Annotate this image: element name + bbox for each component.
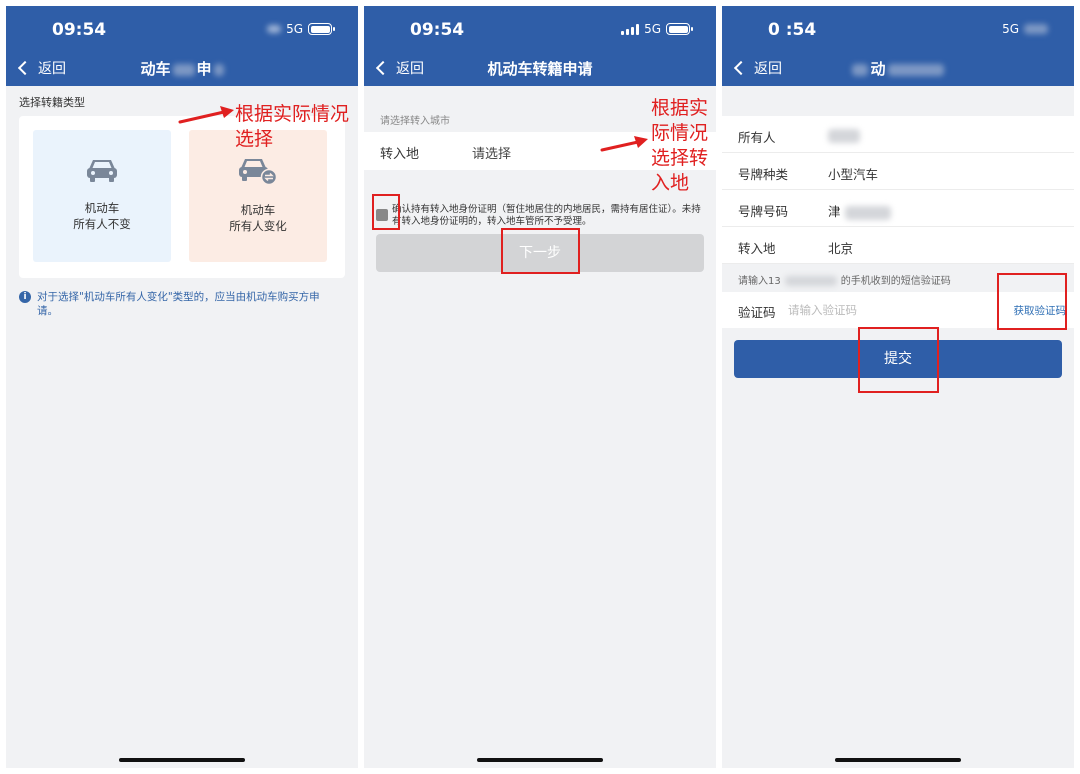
car-icon	[87, 160, 117, 182]
redacted-text	[828, 128, 860, 143]
row-label: 号牌号码	[738, 204, 789, 219]
redacted-text	[172, 63, 195, 76]
city-hint: 请选择转入城市	[380, 116, 450, 127]
sms-hint-prefix: 请输入13	[738, 276, 781, 287]
info-row-owner: 所有人	[722, 116, 1074, 153]
highlight-checkbox	[372, 194, 400, 230]
redacted-text	[844, 205, 891, 220]
redacted-text	[887, 63, 944, 76]
redacted-text	[852, 63, 869, 76]
info-note-text: 对于选择"机动车所有人变化"类型的，应当由机动车购买方申请。	[37, 291, 320, 317]
back-label: 返回	[754, 61, 782, 77]
destination-label: 转入地	[380, 147, 420, 162]
status-time: 09:54	[410, 20, 465, 40]
info-row-destination: 转入地 北京	[722, 227, 1074, 264]
row-label: 转入地	[738, 241, 776, 256]
option-line2: 所有人不变	[73, 217, 131, 231]
chevron-left-icon	[17, 60, 33, 76]
row-label: 号牌种类	[738, 167, 789, 182]
row-value	[828, 127, 860, 143]
verification-code-input[interactable]	[786, 300, 986, 320]
title-fragment: 动	[870, 60, 886, 78]
back-button[interactable]: 返回	[16, 58, 66, 78]
highlight-get-code	[997, 273, 1067, 330]
header-bar: 0 :54 5G 返回 动	[722, 6, 1074, 86]
annotation-text-1: 根据实际情况 选择	[235, 103, 350, 150]
option-owner-unchanged[interactable]: 机动车 所有人不变	[33, 130, 171, 262]
back-label: 返回	[38, 61, 66, 77]
signal-icon	[621, 23, 640, 35]
network-label: 5G	[1002, 22, 1019, 36]
option-line1: 机动车	[84, 201, 120, 215]
chevron-left-icon	[375, 60, 391, 76]
home-indicator	[119, 758, 245, 762]
agreement: 确认持有转入地身份证明（暂住地居住的内地居民，需持有居住证）。未持有转入地身份证…	[376, 204, 704, 228]
battery-icon	[1024, 24, 1048, 34]
page-title: 动	[802, 58, 994, 79]
destination-picker[interactable]: 请选择	[472, 143, 511, 162]
row-label: 所有人	[738, 130, 776, 145]
highlight-next-button	[501, 228, 580, 274]
sms-hint: 请输入13 的手机收到的短信验证码	[738, 272, 951, 287]
arrow-annotation-1	[178, 106, 234, 124]
row-value: 小型汽车	[828, 167, 879, 182]
network-label: 5G	[644, 22, 661, 36]
code-label: 验证码	[738, 305, 776, 320]
agreement-text: 确认持有转入地身份证明（暂住地居住的内地居民，需持有居住证）。未持有转入地身份证…	[392, 204, 701, 227]
annotation-text-2: 根据实 际情况 选择转 入地	[651, 97, 709, 194]
option-line2: 所有人变化	[229, 219, 287, 233]
signal-icon	[267, 25, 282, 33]
back-button[interactable]: 返回	[374, 58, 424, 78]
status-icons: 5G	[267, 22, 335, 36]
chevron-left-icon	[733, 60, 749, 76]
back-button[interactable]: 返回	[732, 58, 782, 78]
info-note: i 对于选择"机动车所有人变化"类型的，应当由机动车购买方申请。	[19, 290, 338, 318]
redacted-phone	[784, 276, 837, 286]
sms-hint-suffix: 的手机收到的短信验证码	[840, 276, 951, 287]
network-label: 5G	[286, 22, 303, 36]
info-row-plate-type: 号牌种类 小型汽车	[722, 153, 1074, 190]
back-label: 返回	[396, 61, 424, 77]
title-fragment: 申	[196, 60, 212, 78]
title-fragment: 动车	[140, 60, 171, 78]
status-icons: 5G	[1002, 22, 1048, 36]
status-icons: 5G	[621, 22, 693, 36]
battery-icon	[666, 23, 693, 35]
arrow-annotation-2	[600, 136, 648, 152]
home-indicator	[477, 758, 603, 762]
plate-prefix: 津	[828, 204, 841, 219]
highlight-submit	[858, 327, 939, 393]
car-transfer-icon	[239, 159, 278, 186]
info-row-plate-number: 号牌号码 津	[722, 190, 1074, 227]
status-time: 09:54	[52, 20, 107, 40]
info-icon: i	[19, 291, 31, 303]
option-line1: 机动车	[240, 203, 276, 217]
header-bar: 09:54 5G 返回 动车 申	[6, 6, 358, 86]
status-time: 0 :54	[768, 20, 817, 40]
header-bar: 09:54 5G 返回 机动车转籍申请	[364, 6, 716, 86]
vehicle-info-list: 所有人 号牌种类 小型汽车 号牌号码 津 转入地 北京	[722, 116, 1074, 264]
section-label: 选择转籍类型	[19, 96, 85, 109]
page-title: 机动车转籍申请	[487, 60, 593, 78]
row-value: 津	[828, 201, 891, 220]
page-title: 动车 申	[86, 58, 278, 79]
redacted-text	[213, 63, 224, 76]
row-value: 北京	[828, 241, 854, 256]
battery-icon	[308, 23, 335, 35]
home-indicator	[835, 758, 961, 762]
